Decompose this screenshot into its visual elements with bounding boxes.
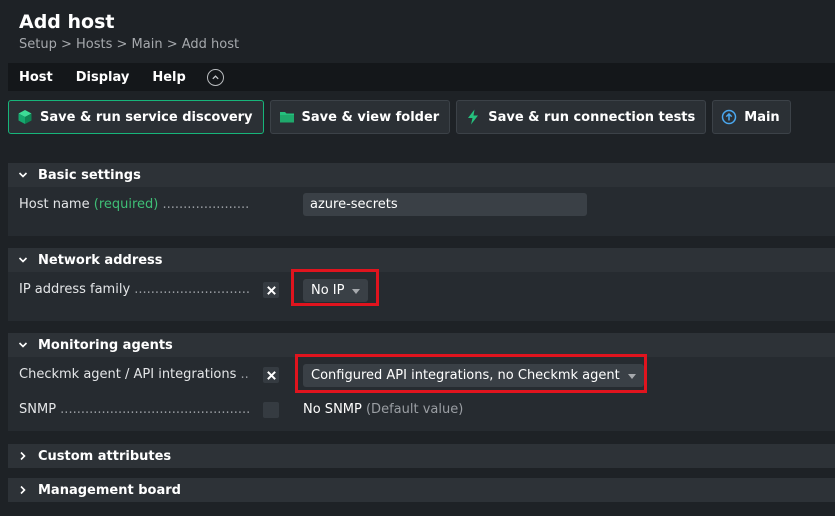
save-run-connection-tests-label: Save & run connection tests <box>488 109 696 125</box>
main-button[interactable]: Main <box>712 100 791 134</box>
snmp-label: SNMP ...................................… <box>19 402 249 417</box>
cube-icon <box>17 109 33 125</box>
agent-checkbox[interactable] <box>263 367 279 383</box>
close-icon <box>266 285 276 295</box>
section-network-address: Network address IP address family ......… <box>8 248 835 321</box>
save-run-connection-tests-button[interactable]: Save & run connection tests <box>456 100 707 134</box>
breadcrumb[interactable]: Setup > Hosts > Main > Add host <box>19 37 239 53</box>
chevron-down-icon <box>18 170 28 180</box>
section-title: Basic settings <box>38 167 141 183</box>
required-marker: (required) <box>93 197 159 212</box>
action-toolbar: Save & run service discovery Save & view… <box>8 100 797 134</box>
highlight-box <box>291 269 379 306</box>
save-view-folder-label: Save & view folder <box>301 109 440 125</box>
chevron-up-circle-icon[interactable] <box>206 68 224 86</box>
ip-family-row: IP address family ......................… <box>8 269 835 306</box>
chevron-down-icon <box>18 255 28 265</box>
page-header: Add host Setup > Hosts > Main > Add host <box>19 10 239 53</box>
menu-help[interactable]: Help <box>152 70 185 85</box>
section-title: Monitoring agents <box>38 337 173 353</box>
save-run-discovery-label: Save & run service discovery <box>40 109 253 125</box>
chevron-down-icon <box>18 340 28 350</box>
chevron-right-icon <box>18 485 28 495</box>
section-title: Network address <box>38 252 163 268</box>
snmp-value: No SNMP (Default value) <box>303 402 464 417</box>
section-monitoring-agents: Monitoring agents Checkmk agent / API in… <box>8 333 835 431</box>
agent-row: Checkmk agent / API integrations .. Conf… <box>8 354 835 393</box>
section-header-basic-settings[interactable]: Basic settings <box>8 163 835 187</box>
chevron-right-icon <box>18 451 28 461</box>
section-header-custom-attributes[interactable]: Custom attributes <box>8 444 835 468</box>
section-header-network-address[interactable]: Network address <box>8 248 835 272</box>
section-title: Custom attributes <box>38 448 172 464</box>
highlight-box <box>295 354 647 393</box>
lightning-icon <box>465 109 481 125</box>
section-custom-attributes: Custom attributes <box>8 444 835 468</box>
page-title: Add host <box>19 11 115 33</box>
ip-family-label: IP address family ......................… <box>19 282 249 297</box>
menu-display[interactable]: Display <box>76 70 130 85</box>
main-label: Main <box>744 109 780 125</box>
snmp-checkbox[interactable] <box>263 402 279 418</box>
close-icon <box>266 370 276 380</box>
ip-family-checkbox[interactable] <box>263 282 279 298</box>
default-value-note: (Default value) <box>365 402 464 417</box>
section-title: Management board <box>38 482 181 498</box>
menu-bar: Host Display Help <box>8 63 835 91</box>
menu-host[interactable]: Host <box>19 70 53 85</box>
folder-icon <box>279 109 295 125</box>
section-management-board: Management board <box>8 478 835 502</box>
host-name-row: Host name (required) ...................… <box>8 190 835 220</box>
save-run-discovery-button[interactable]: Save & run service discovery <box>8 100 264 134</box>
arrow-up-circle-icon <box>721 109 737 125</box>
section-header-management-board[interactable]: Management board <box>8 478 835 502</box>
agent-label: Checkmk agent / API integrations .. <box>19 367 249 382</box>
section-basic-settings: Basic settings Host name (required) ....… <box>8 163 835 236</box>
snmp-row: SNMP ...................................… <box>8 395 835 425</box>
host-name-label: Host name (required) ...................… <box>19 197 249 212</box>
save-view-folder-button[interactable]: Save & view folder <box>269 100 451 134</box>
host-name-input[interactable]: azure-secrets <box>303 193 587 216</box>
